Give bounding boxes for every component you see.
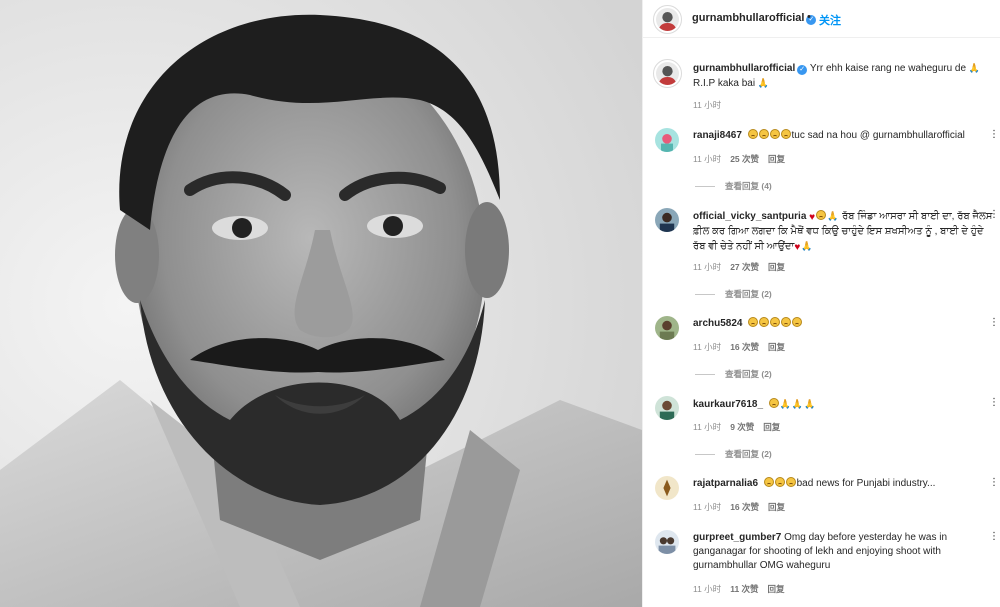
- caption-avatar[interactable]: [653, 59, 682, 88]
- avatar-image: [656, 8, 679, 31]
- comment-text: official_vicky_santpuria ♥ 🙏 ਰੱਬ ਜਿੰਡਾ ਆਸ…: [693, 210, 993, 253]
- post-caption: gurnambhullarofficial ✓ Yrr ehh kaise ran…: [643, 58, 1000, 118]
- comment-username[interactable]: gurpreet_gumber7: [693, 532, 781, 543]
- pray-emoji-icon: 🙏: [779, 399, 791, 409]
- comment-username[interactable]: kaurkaur7618_: [693, 399, 763, 410]
- sad-emoji-icon: [816, 210, 827, 220]
- commenter-avatar[interactable]: [655, 530, 679, 554]
- separator-dot: •: [807, 11, 811, 23]
- comment-text: gurpreet_gumber7 Omg day before yesterda…: [693, 532, 948, 571]
- comment-text: rajatparnalia6 bad news for Punjabi indu…: [693, 477, 936, 489]
- sad-emoji-icon: [781, 317, 792, 327]
- more-options-icon[interactable]: ⋮: [989, 209, 999, 220]
- author-avatar[interactable]: [653, 5, 682, 34]
- comment-item: gurpreet_gumber7 Omg day before yesterda…: [643, 529, 1000, 607]
- likes-count[interactable]: 27 次赞: [730, 262, 759, 272]
- view-replies-button[interactable]: 查看回复 (4): [695, 180, 772, 192]
- view-replies-button[interactable]: 查看回复 (2): [695, 448, 772, 460]
- view-replies-button[interactable]: 查看回复 (2): [695, 368, 772, 380]
- reply-button[interactable]: 回复: [763, 422, 780, 432]
- avatar-image: [656, 62, 679, 85]
- comment-item: official_vicky_santpuria ♥ 🙏 ਰੱਬ ਜਿੰਡਾ ਆਸ…: [643, 207, 1000, 300]
- sad-emoji-icon: [759, 317, 770, 327]
- comment-item: kaurkaur7618_ 🙏🙏🙏 11 小时 9 次赞 回复 ⋮ 查看回复 (2): [643, 395, 1000, 465]
- comment-meta: 11 小时 9 次赞 回复: [693, 422, 781, 432]
- comment-text: archu5824: [693, 317, 993, 331]
- commenter-avatar[interactable]: [655, 128, 679, 152]
- comment-text: kaurkaur7618_ 🙏🙏🙏: [693, 397, 993, 412]
- heart-emoji-icon: ♥: [809, 212, 816, 223]
- sad-emoji-icon: [780, 129, 791, 139]
- caption-time: 11 小时: [693, 100, 722, 110]
- sad-emoji-icon: [770, 317, 781, 327]
- comment-username[interactable]: archu5824: [693, 318, 742, 329]
- comment-meta: 11 小时 27 次赞 回复: [693, 262, 786, 272]
- comment-text: ranaji8467 tuc sad na hou @ gurnambhulla…: [693, 129, 965, 141]
- likes-count[interactable]: 11 次赞: [730, 584, 758, 594]
- comment-item: rajatparnalia6 bad news for Punjabi indu…: [643, 475, 1000, 520]
- post-photo: [0, 0, 642, 607]
- more-options-icon[interactable]: ⋮: [989, 317, 999, 328]
- comment-username[interactable]: official_vicky_santpuria: [693, 211, 806, 222]
- commenter-avatar[interactable]: [655, 396, 679, 420]
- sad-emoji-icon: [769, 129, 780, 139]
- sad-emoji-icon: [785, 477, 796, 487]
- portrait-image: [0, 0, 642, 607]
- likes-count[interactable]: 16 次赞: [730, 502, 759, 512]
- comment-meta: 11 小时 16 次赞 回复: [693, 342, 786, 352]
- caption-text: gurnambhullarofficial ✓ Yrr ehh kaise ran…: [693, 63, 981, 89]
- likes-count[interactable]: 9 次赞: [730, 422, 754, 432]
- more-options-icon[interactable]: ⋮: [989, 531, 999, 542]
- sad-emoji-icon: [748, 317, 759, 327]
- comment-item: ranaji8467 tuc sad na hou @ gurnambhulla…: [643, 127, 1000, 197]
- pray-emoji-icon: 🙏: [791, 399, 804, 409]
- pray-emoji-icon: 🙏: [804, 399, 816, 409]
- reply-button[interactable]: 回复: [768, 342, 785, 352]
- pray-emoji-icon: 🙏: [801, 241, 813, 251]
- heart-emoji-icon: ♥: [794, 242, 801, 253]
- comments-panel: gurnambhullarofficial ✓ • 关注 gurnambhulla…: [642, 0, 1000, 607]
- comment-item: archu5824 11 小时 16 次赞 回复 ⋮ 查看回复 (2): [643, 315, 1000, 385]
- follow-button[interactable]: 关注: [819, 12, 841, 28]
- comment-meta: 11 小时 25 次赞 回复: [693, 154, 786, 164]
- sad-emoji-icon: [758, 129, 769, 139]
- more-options-icon[interactable]: ⋮: [989, 397, 999, 408]
- pray-emoji-icon: 🙏: [968, 63, 981, 73]
- author-username[interactable]: gurnambhullarofficial ✓: [692, 12, 817, 25]
- more-options-icon[interactable]: ⋮: [989, 477, 999, 488]
- reply-button[interactable]: 回复: [768, 584, 785, 594]
- post-header: gurnambhullarofficial ✓ • 关注: [643, 0, 1000, 38]
- comment-meta: 11 小时 11 次赞 回复: [693, 584, 785, 594]
- comment-username[interactable]: rajatparnalia6: [693, 478, 758, 489]
- commenter-avatar[interactable]: [655, 316, 679, 340]
- view-replies-button[interactable]: 查看回复 (2): [695, 288, 772, 300]
- verified-badge-icon: ✓: [797, 65, 808, 75]
- reply-button[interactable]: 回复: [768, 502, 785, 512]
- sad-emoji-icon: [768, 398, 779, 408]
- more-options-icon[interactable]: ⋮: [989, 129, 999, 140]
- commenter-avatar[interactable]: [655, 208, 679, 232]
- commenter-avatar[interactable]: [655, 476, 679, 500]
- likes-count[interactable]: 25 次赞: [730, 154, 759, 164]
- sad-emoji-icon: [763, 477, 774, 487]
- comment-meta: 11 小时 16 次赞 回复: [693, 502, 786, 512]
- pray-emoji-icon: 🙏: [827, 211, 839, 221]
- reply-button[interactable]: 回复: [768, 262, 785, 272]
- reply-button[interactable]: 回复: [768, 154, 785, 164]
- sad-emoji-icon: [747, 129, 758, 139]
- sad-emoji-icon: [792, 317, 803, 327]
- pray-emoji-icon: 🙏: [757, 78, 770, 88]
- sad-emoji-icon: [774, 477, 785, 487]
- likes-count[interactable]: 16 次赞: [730, 342, 759, 352]
- comment-username[interactable]: ranaji8467: [693, 130, 742, 141]
- caption-username[interactable]: gurnambhullarofficial: [693, 63, 795, 74]
